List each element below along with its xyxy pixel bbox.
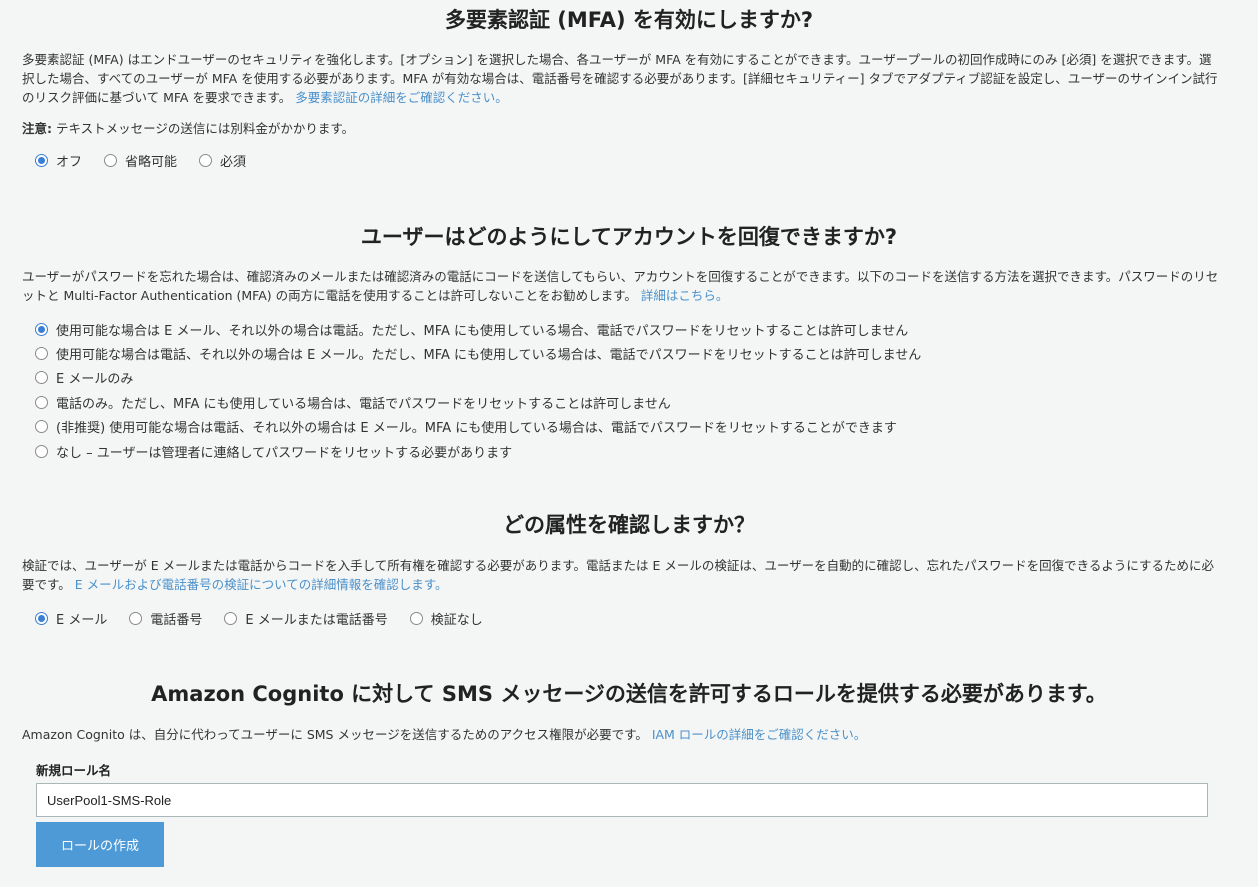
radio-unchecked-icon[interactable]	[199, 153, 213, 167]
recovery-option-email-only[interactable]: E メールのみ	[35, 366, 921, 390]
verify-option-phone[interactable]: 電話番号	[129, 609, 202, 628]
radio-checked-icon[interactable]	[35, 322, 48, 336]
mfa-option-label: 省略可能	[125, 154, 178, 170]
verify-option-label: 電話番号	[150, 612, 203, 628]
recovery-option-label: 使用可能な場合は E メール、それ以外の場合は電話。ただし、MFA にも使用して…	[56, 323, 909, 339]
mfa-radio-group: オフ 省略可能 必須	[35, 150, 268, 170]
verify-option-none[interactable]: 検証なし	[409, 609, 483, 628]
recovery-option-phone-first-not-recommended[interactable]: (非推奨) 使用可能な場合は電話、それ以外の場合は E メール。MFA にも使用…	[35, 415, 921, 439]
recovery-option-label: (非推奨) 使用可能な場合は電話、それ以外の場合は E メール。MFA にも使用…	[56, 421, 897, 437]
verify-option-label: E メールまたは電話番号	[245, 612, 388, 628]
recovery-option-label: なし – ユーザーは管理者に連絡してパスワードをリセットする必要があります	[56, 445, 513, 461]
sms-description: Amazon Cognito は、自分に代わってユーザーに SMS メッセージを…	[22, 725, 1222, 744]
radio-unchecked-icon[interactable]	[35, 444, 48, 458]
verify-option-email-or-phone[interactable]: E メールまたは電話番号	[224, 609, 388, 628]
radio-checked-icon[interactable]	[35, 153, 48, 167]
mfa-section-title: 多要素認証 (MFA) を有効にしますか?	[444, 8, 814, 32]
create-role-button[interactable]: ロールの作成	[36, 822, 164, 867]
recovery-option-label: E メールのみ	[56, 372, 134, 388]
recovery-details-link[interactable]: 詳細はこちら。	[641, 288, 729, 303]
mfa-option-required[interactable]: 必須	[199, 151, 246, 170]
recovery-section-title: ユーザーはどのようにしてアカウントを回復できますか?	[360, 225, 898, 249]
radio-unchecked-icon[interactable]	[35, 347, 48, 361]
recovery-option-label: 使用可能な場合は電話、それ以外の場合は E メール。ただし、MFA にも使用して…	[56, 348, 922, 364]
radio-unchecked-icon[interactable]	[224, 611, 238, 625]
recovery-option-email-first[interactable]: 使用可能な場合は E メール、それ以外の場合は電話。ただし、MFA にも使用して…	[35, 317, 921, 341]
radio-unchecked-icon[interactable]	[129, 611, 143, 625]
mfa-note-text: テキストメッセージの送信には別料金がかかります。	[52, 121, 355, 136]
sms-description-text: Amazon Cognito は、自分に代わってユーザーに SMS メッセージを…	[22, 727, 648, 742]
radio-unchecked-icon[interactable]	[35, 420, 48, 434]
sms-section-title: Amazon Cognito に対して SMS メッセージの送信を許可するロール…	[151, 682, 1107, 706]
role-name-input[interactable]	[36, 783, 1208, 817]
radio-unchecked-icon[interactable]	[104, 153, 118, 167]
mfa-option-label: オフ	[56, 154, 83, 170]
settings-page: 多要素認証 (MFA) を有効にしますか? 多要素認証 (MFA) はエンドユー…	[0, 0, 1258, 887]
mfa-note-label: 注意:	[22, 121, 52, 136]
recovery-option-phone-only[interactable]: 電話のみ。ただし、MFA にも使用している場合は、電話でパスワードをリセットする…	[35, 390, 921, 414]
new-role-name-label: 新規ロール名	[36, 763, 112, 778]
verify-description: 検証では、ユーザーが E メールまたは電話からコードを入手して所有権を確認する必…	[22, 556, 1222, 594]
recovery-option-none[interactable]: なし – ユーザーは管理者に連絡してパスワードをリセットする必要があります	[35, 439, 921, 463]
recovery-option-phone-first[interactable]: 使用可能な場合は電話、それ以外の場合は E メール。ただし、MFA にも使用して…	[35, 341, 921, 365]
recovery-radio-group: 使用可能な場合は E メール、それ以外の場合は電話。ただし、MFA にも使用して…	[35, 317, 943, 463]
radio-unchecked-icon[interactable]	[35, 395, 48, 409]
mfa-option-optional[interactable]: 省略可能	[104, 151, 177, 170]
verify-option-label: 検証なし	[430, 612, 483, 628]
mfa-option-off[interactable]: オフ	[35, 151, 82, 170]
iam-role-details-link[interactable]: IAM ロールの詳細をご確認ください。	[652, 727, 867, 742]
verify-option-label: E メール	[56, 612, 108, 628]
recovery-option-label: 電話のみ。ただし、MFA にも使用している場合は、電話でパスワードをリセットする…	[56, 396, 671, 412]
radio-checked-icon[interactable]	[35, 611, 48, 625]
radio-unchecked-icon[interactable]	[409, 611, 423, 625]
mfa-details-link[interactable]: 多要素認証の詳細をご確認ください。	[295, 90, 508, 105]
mfa-option-label: 必須	[220, 154, 247, 170]
mfa-note: 注意: テキストメッセージの送信には別料金がかかります。	[22, 119, 354, 138]
recovery-description: ユーザーがパスワードを忘れた場合は、確認済みのメールまたは確認済みの電話にコード…	[22, 267, 1222, 305]
mfa-description-text: 多要素認証 (MFA) はエンドユーザーのセキュリティを強化します。[オプション…	[22, 52, 1218, 105]
verify-details-link[interactable]: E メールおよび電話番号の検証についての詳細情報を確認します。	[75, 577, 448, 592]
verify-radio-group: E メール 電話番号 E メールまたは電話番号 検証なし	[35, 608, 505, 628]
verify-option-email[interactable]: E メール	[35, 609, 107, 628]
radio-unchecked-icon[interactable]	[35, 371, 48, 385]
verify-section-title: どの属性を確認しますか？	[503, 513, 755, 537]
recovery-description-text: ユーザーがパスワードを忘れた場合は、確認済みのメールまたは確認済みの電話にコード…	[22, 269, 1219, 303]
mfa-description: 多要素認証 (MFA) はエンドユーザーのセキュリティを強化します。[オプション…	[22, 50, 1222, 107]
